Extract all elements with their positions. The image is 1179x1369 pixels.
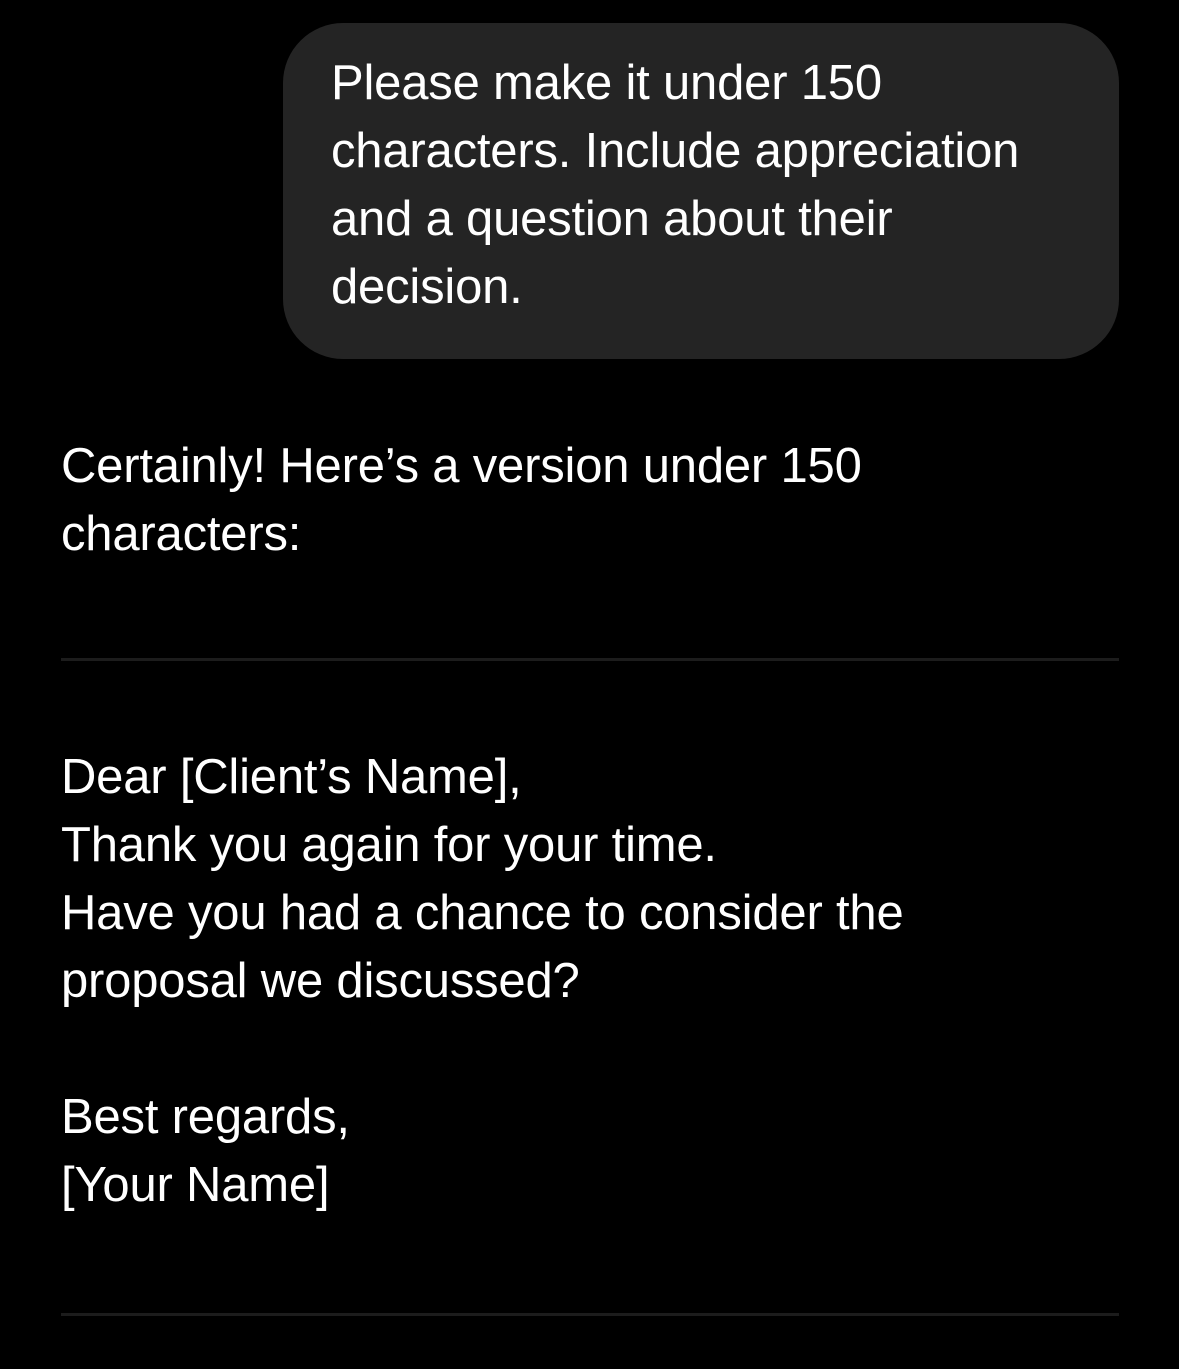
user-message-text: Please make it under 150 characters. Inc…: [331, 56, 1020, 314]
letter-signature: [Your Name]: [61, 1158, 330, 1212]
drafted-message: Dear [Client’s Name], Thank you again fo…: [61, 743, 1101, 1219]
user-message-bubble: Please make it under 150 characters. Inc…: [283, 23, 1119, 359]
letter-question: Have you had a chance to consider the pr…: [61, 886, 904, 1008]
chat-thread: Please make it under 150 characters. Inc…: [0, 0, 1179, 1369]
letter-closing: Best regards,: [61, 1090, 350, 1144]
letter-thanks: Thank you again for your time.: [61, 818, 717, 872]
divider-bottom: [61, 1313, 1119, 1316]
divider-top: [61, 658, 1119, 661]
letter-spacer: [61, 1015, 1101, 1083]
letter-greeting: Dear [Client’s Name],: [61, 750, 522, 804]
assistant-intro-text: Certainly! Here’s a version under 150 ch…: [61, 439, 862, 561]
